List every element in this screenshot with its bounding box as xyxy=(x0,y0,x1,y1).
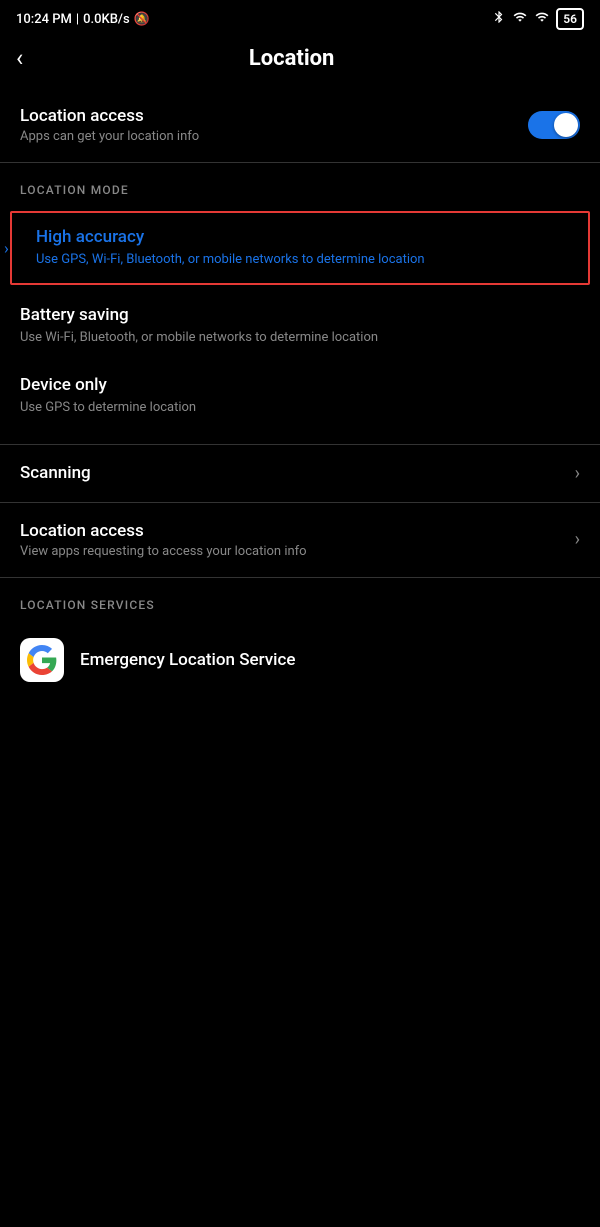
location-access-nav-item[interactable]: Location access View apps requesting to … xyxy=(0,503,600,577)
network-speed-value: 0.0KB/s xyxy=(83,12,130,27)
location-access-nav-desc: View apps requesting to access your loca… xyxy=(20,544,307,559)
location-access-text: Location access Apps can get your locati… xyxy=(20,106,199,144)
location-access-nav-left: Location access View apps requesting to … xyxy=(20,521,307,559)
mode-title-high-accuracy: High accuracy xyxy=(36,227,578,247)
mode-desc-battery-saving: Use Wi-Fi, Bluetooth, or mobile networks… xyxy=(20,329,580,347)
mode-desc-high-accuracy: Use GPS, Wi-Fi, Bluetooth, or mobile net… xyxy=(36,251,578,269)
location-access-nav-title: Location access xyxy=(20,521,307,541)
location-access-row: Location access Apps can get your locati… xyxy=(0,88,600,162)
page-title: Location xyxy=(39,46,544,71)
mode-item-high-accuracy[interactable]: › High accuracy Use GPS, Wi-Fi, Bluetoot… xyxy=(10,211,590,285)
scanning-title: Scanning xyxy=(20,463,91,483)
chevron-left-icon: › xyxy=(4,239,9,258)
status-left: 10:24 PM | 0.0KB/s 🔕 xyxy=(16,12,150,27)
status-right: 56 xyxy=(492,8,584,30)
status-bar: 10:24 PM | 0.0KB/s 🔕 56 xyxy=(0,0,600,34)
mode-title-device-only: Device only xyxy=(20,375,580,395)
mode-title-battery-saving: Battery saving xyxy=(20,305,580,325)
scanning-nav-item[interactable]: Scanning › xyxy=(0,445,600,502)
mute-icon: 🔕 xyxy=(134,12,150,27)
signal-icon xyxy=(512,10,528,28)
mode-item-device-only[interactable]: Device only Use GPS to determine locatio… xyxy=(0,361,600,431)
back-button[interactable]: ‹ xyxy=(16,44,23,72)
battery-indicator: 56 xyxy=(556,8,584,30)
location-access-chevron-icon: › xyxy=(575,529,580,550)
scanning-nav-left: Scanning xyxy=(20,463,91,483)
scanning-chevron-icon: › xyxy=(575,463,580,484)
emergency-location-service-title: Emergency Location Service xyxy=(80,650,296,670)
page-header: ‹ Location xyxy=(0,34,600,88)
emergency-location-service-item[interactable]: Emergency Location Service xyxy=(0,622,600,698)
location-access-toggle[interactable] xyxy=(528,111,580,139)
time-display: 10:24 PM xyxy=(16,12,72,27)
location-access-subtitle: Apps can get your location info xyxy=(20,129,199,144)
location-access-title: Location access xyxy=(20,106,199,126)
mode-desc-device-only: Use GPS to determine location xyxy=(20,399,580,417)
toggle-thumb xyxy=(554,113,578,137)
google-icon xyxy=(20,638,64,682)
bluetooth-icon xyxy=(492,10,506,28)
location-mode-section-label: LOCATION MODE xyxy=(0,163,600,207)
network-speed: | xyxy=(76,12,79,27)
mode-item-battery-saving[interactable]: Battery saving Use Wi-Fi, Bluetooth, or … xyxy=(0,291,600,361)
location-services-section-label: LOCATION SERVICES xyxy=(0,578,600,622)
wifi-icon xyxy=(534,10,550,28)
